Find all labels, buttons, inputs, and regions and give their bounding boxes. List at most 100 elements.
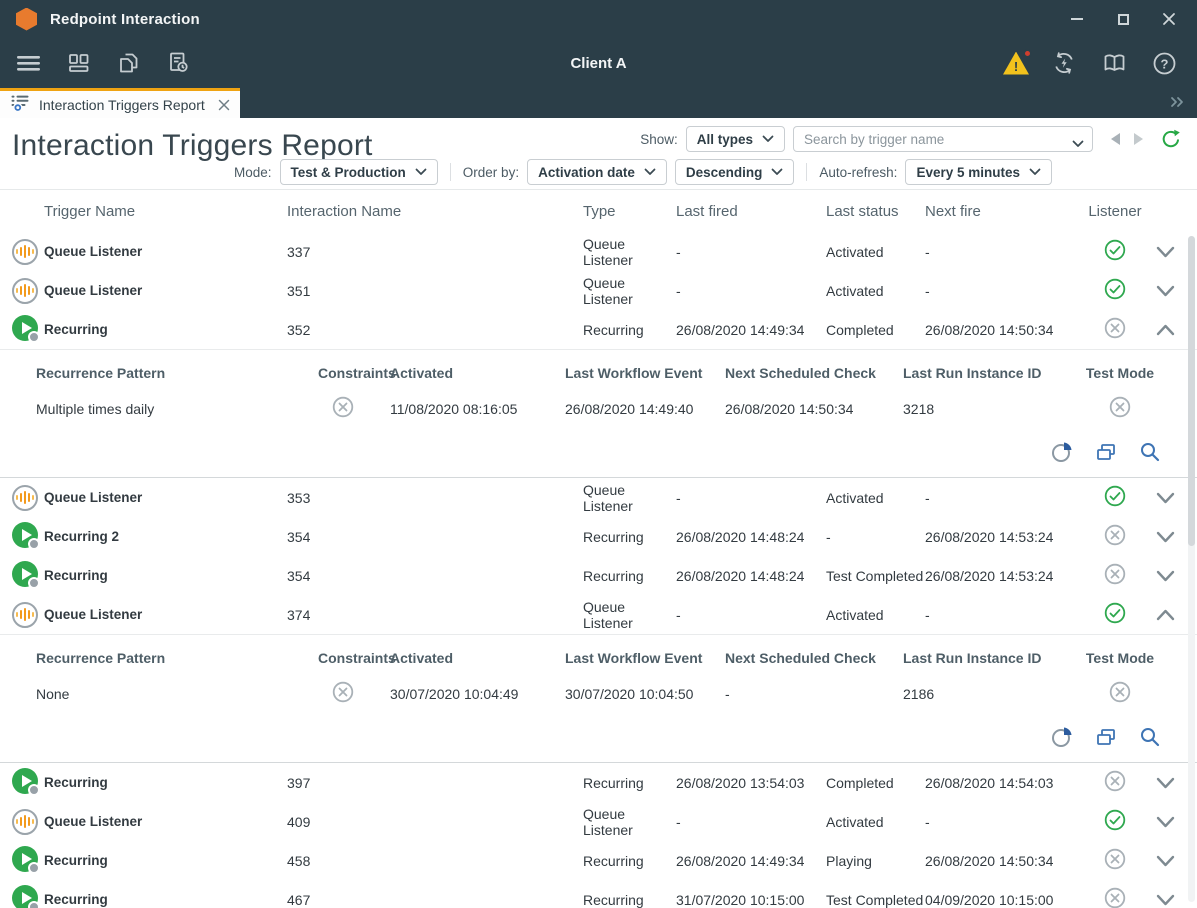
detail-column-last-run-instance-id: Last Run Instance ID [903,365,1075,381]
minimize-button[interactable] [1069,11,1085,27]
detail-header-row: Recurrence Pattern Constraints Activated… [36,365,1197,381]
tab-close-icon[interactable] [218,99,230,111]
menu-icon[interactable] [14,48,44,78]
column-header-last-status: Last status [826,203,925,220]
next-fire: 04/09/2020 10:15:00 [925,892,1085,908]
table-row[interactable]: Queue Listener 374 Queue Listener - Acti… [0,595,1197,634]
help-icon[interactable]: ? [1149,48,1179,78]
maximize-button[interactable] [1115,11,1131,27]
vertical-scrollbar[interactable] [1188,236,1195,902]
forward-arrow-icon[interactable] [1134,133,1143,145]
last-status: Completed [826,322,925,338]
pie-chart-stats-icon[interactable] [1051,441,1073,463]
table-row[interactable]: Queue Listener 353 Queue Listener - Acti… [0,478,1197,517]
last-status: Completed [826,775,925,791]
last-run-instance-id-value: 3218 [903,401,1075,417]
last-status: Activated [826,607,925,623]
trigger-name: Recurring 2 [44,529,287,544]
scrollbar-thumb[interactable] [1188,236,1195,546]
column-header-type: Type [583,203,676,220]
scheduled-report-icon[interactable] [164,48,194,78]
last-fired: - [676,814,826,830]
listener-status-icon [1104,485,1126,510]
table-row[interactable]: Queue Listener 409 Queue Listener - Acti… [0,802,1197,841]
last-status: Test Completed [826,892,925,908]
instances-windows-icon[interactable] [1095,726,1117,748]
expand-chevron-icon[interactable] [1156,492,1175,504]
report-header: Interaction Triggers Report Show: All ty… [0,118,1197,190]
trigger-type: Recurring [583,853,676,869]
detail-column-last-workflow-event: Last Workflow Event [565,650,725,666]
detail-column-constraints: Constraints [318,650,390,666]
table-body: Queue Listener 337 Queue Listener - Acti… [0,232,1197,908]
trigger-type-icon [12,241,38,257]
expand-chevron-icon[interactable] [1156,285,1175,297]
last-fired: 26/08/2020 14:48:24 [676,568,826,584]
detail-column-test-mode: Test Mode [1075,650,1165,666]
alerts-warning-icon[interactable]: ! [1003,52,1029,75]
table-row[interactable]: Recurring 467 Recurring 31/07/2020 10:15… [0,880,1197,908]
expand-chevron-icon[interactable] [1156,777,1175,789]
more-tabs-icon[interactable] [1169,95,1185,114]
close-button[interactable] [1161,11,1177,27]
order-by-dropdown[interactable]: Activation date [527,159,667,185]
table-row[interactable]: Recurring 458 Recurring 26/08/2020 14:49… [0,841,1197,880]
last-status: Test Completed [826,568,925,584]
last-workflow-event-value: 30/07/2020 10:04:50 [565,686,725,702]
column-header-interaction-name: Interaction Name [287,203,583,220]
app-window: Redpoint Interaction Client A [0,0,1197,908]
filter-row-top: Show: All types [640,125,1181,153]
table-row[interactable]: Recurring 2 354 Recurring 26/08/2020 14:… [0,517,1197,556]
alert-badge [1023,49,1032,58]
mode-dropdown[interactable]: Test & Production [280,159,438,185]
magnifier-icon[interactable] [1139,441,1161,463]
last-run-instance-id-value: 2186 [903,686,1075,702]
workflows-icon[interactable] [114,48,144,78]
order-direction-dropdown[interactable]: Descending [675,159,795,185]
documentation-book-icon[interactable] [1099,48,1129,78]
tab-interaction-triggers-report[interactable]: Interaction Triggers Report [0,88,240,118]
expand-chevron-icon[interactable] [1156,855,1175,867]
last-fired: 26/08/2020 14:49:34 [676,853,826,869]
table-row[interactable]: Queue Listener 337 Queue Listener - Acti… [0,232,1197,271]
trigger-type: Queue Listener [583,482,676,514]
expand-chevron-icon[interactable] [1156,609,1175,621]
tab-label: Interaction Triggers Report [39,97,205,113]
back-arrow-icon[interactable] [1111,133,1120,145]
table-row[interactable]: Recurring 354 Recurring 26/08/2020 14:48… [0,556,1197,595]
magnifier-icon[interactable] [1139,726,1161,748]
table-row[interactable]: Queue Listener 351 Queue Listener - Acti… [0,271,1197,310]
refresh-icon[interactable] [1161,129,1181,149]
trigger-type: Queue Listener [583,806,676,838]
instances-windows-icon[interactable] [1095,441,1117,463]
search-input[interactable] [793,126,1093,152]
expand-chevron-icon[interactable] [1156,246,1175,258]
search-dropdown-chevron-icon[interactable] [1072,135,1084,153]
next-fire: - [925,244,1085,260]
show-type-dropdown[interactable]: All types [686,126,785,152]
sync-status-icon[interactable] [1049,48,1079,78]
detail-value-row: Multiple times daily 11/08/2020 08:16:05… [36,396,1197,421]
dashboard-icon[interactable] [64,48,94,78]
recurrence-pattern-value: None [36,686,318,702]
detail-column-test-mode: Test Mode [1075,365,1165,381]
detail-column-activated: Activated [390,365,565,381]
trigger-name: Queue Listener [44,244,287,259]
pie-chart-stats-icon[interactable] [1051,726,1073,748]
expand-chevron-icon[interactable] [1156,570,1175,582]
table-row[interactable]: Recurring 352 Recurring 26/08/2020 14:49… [0,310,1197,349]
table-row[interactable]: Recurring 397 Recurring 26/08/2020 13:54… [0,763,1197,802]
recurrence-pattern-value: Multiple times daily [36,401,318,417]
listener-status-icon [1104,809,1126,834]
last-fired: 26/08/2020 14:48:24 [676,529,826,545]
show-type-value: All types [697,132,753,147]
client-title: Client A [570,55,626,72]
expand-chevron-icon[interactable] [1156,324,1175,336]
expand-chevron-icon[interactable] [1156,894,1175,906]
expand-chevron-icon[interactable] [1156,816,1175,828]
constraints-status-icon [332,405,354,421]
auto-refresh-dropdown[interactable]: Every 5 minutes [905,159,1052,185]
expand-chevron-icon[interactable] [1156,531,1175,543]
divider [806,163,807,181]
next-scheduled-check-value: 26/08/2020 14:50:34 [725,401,903,417]
